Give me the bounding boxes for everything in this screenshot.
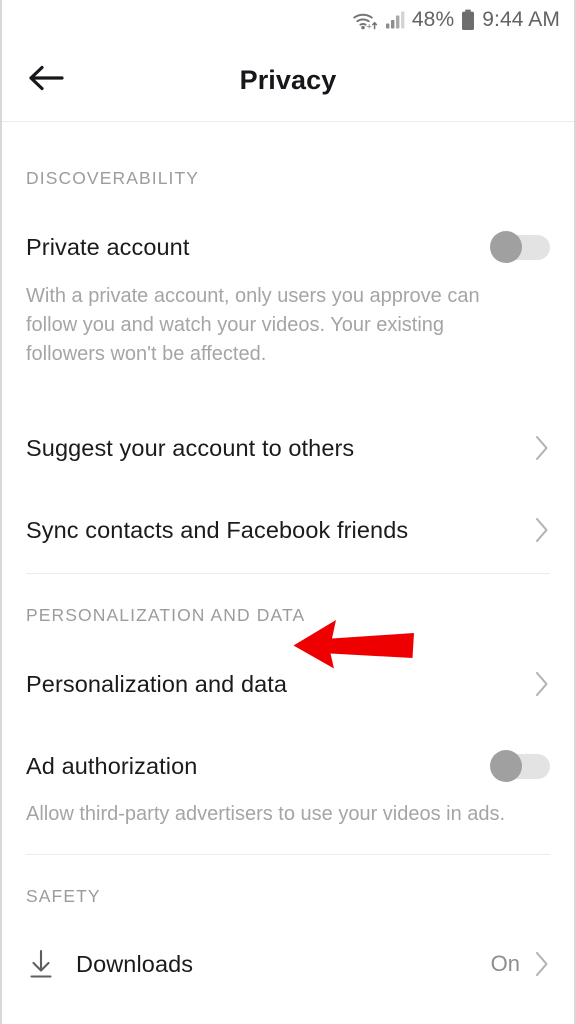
description-private-account: With a private account, only users you a…: [26, 285, 480, 365]
toggle-ad-authorization[interactable]: [488, 750, 550, 782]
row-ad-authorization[interactable]: Ad authorization: [2, 740, 574, 792]
status-bar: + 48% 9:44 AM: [2, 0, 574, 40]
cellular-signal-icon: [385, 10, 405, 30]
section-header-safety: SAFETY: [26, 886, 101, 906]
row-value-downloads: On: [490, 951, 520, 976]
toggle-knob: [490, 231, 522, 263]
row-label-personalization-and-data: Personalization and data: [26, 670, 288, 697]
section-header-personalization: PERSONALIZATION AND DATA: [26, 605, 306, 625]
chevron-right-icon: [534, 670, 550, 698]
row-sync-contacts[interactable]: Sync contacts and Facebook friends: [2, 504, 574, 556]
row-label-private-account: Private account: [26, 233, 190, 260]
row-personalization-and-data[interactable]: Personalization and data: [2, 658, 574, 710]
download-icon: [26, 948, 64, 980]
battery-percent-label: 48%: [411, 8, 455, 31]
page-title: Privacy: [239, 65, 337, 95]
row-downloads[interactable]: Downloads On: [2, 938, 574, 990]
page-header: Privacy: [2, 40, 574, 122]
row-private-account[interactable]: Private account: [2, 221, 574, 273]
row-label-ad-authorization: Ad authorization: [26, 752, 198, 779]
battery-icon: [461, 9, 475, 31]
chevron-right-icon: [534, 434, 550, 462]
chevron-right-icon: [534, 516, 550, 544]
toggle-private-account[interactable]: [488, 231, 550, 263]
row-label-suggest-account: Suggest your account to others: [26, 434, 355, 461]
chevron-right-icon: [534, 950, 550, 978]
row-suggest-account[interactable]: Suggest your account to others: [2, 422, 574, 474]
description-ad-authorization: Allow third-party advertisers to use you…: [26, 803, 506, 825]
phone-screen: + 48% 9:44 AM Privacy DISCOVERABILITY Pr…: [0, 0, 576, 1024]
back-arrow-icon: [27, 63, 65, 98]
row-label-downloads: Downloads: [76, 950, 194, 977]
clock-label: 9:44 AM: [482, 8, 560, 31]
section-header-discoverability: DISCOVERABILITY: [26, 168, 200, 188]
toggle-knob: [490, 750, 522, 782]
svg-text:+: +: [366, 21, 372, 31]
row-comments[interactable]: Comments: [2, 1020, 574, 1024]
wifi-data-saver-icon: +: [352, 9, 378, 31]
back-button[interactable]: [24, 59, 68, 103]
row-label-sync-contacts: Sync contacts and Facebook friends: [26, 516, 409, 543]
